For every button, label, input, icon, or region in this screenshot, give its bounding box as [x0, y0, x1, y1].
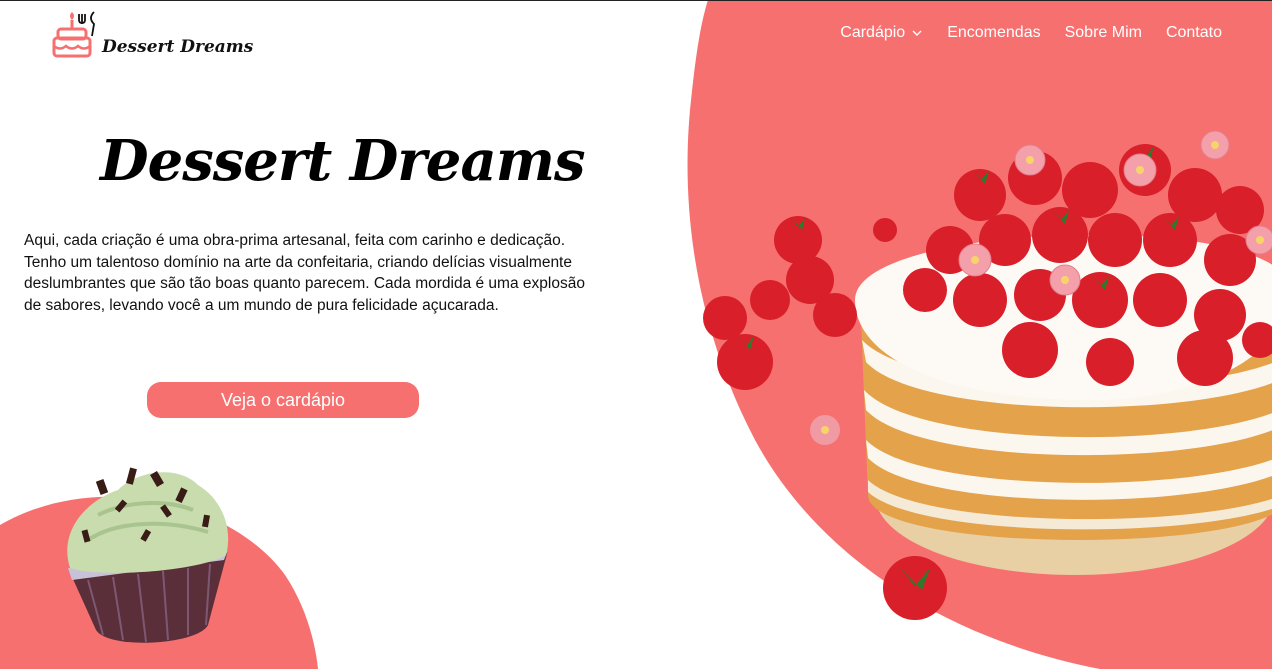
- nav-item-cardapio[interactable]: Cardápio: [840, 24, 923, 42]
- nav-item-label: Encomendas: [947, 24, 1041, 41]
- cupcake-image: [67, 467, 229, 643]
- nav-item-contato[interactable]: Contato: [1166, 24, 1222, 42]
- hero-description: Aqui, cada criação é uma obra-prima arte…: [24, 232, 585, 314]
- chevron-down-icon: [912, 30, 922, 36]
- nav-item-label: Sobre Mim: [1064, 24, 1142, 41]
- main-nav: Cardápio Encomendas Sobre Mim Contato: [840, 24, 1222, 42]
- view-menu-button[interactable]: Veja o cardápio: [147, 382, 419, 418]
- nav-item-label: Cardápio: [840, 24, 906, 41]
- nav-item-sobre-mim[interactable]: Sobre Mim: [1065, 24, 1142, 42]
- strawberry-cake-image: [703, 130, 1272, 620]
- cake-icon: [52, 11, 95, 58]
- hero-title: Dessert Dreams: [100, 128, 586, 194]
- nav-item-encomendas[interactable]: Encomendas: [947, 24, 1040, 42]
- brand-name: Dessert Dreams: [102, 37, 254, 57]
- nav-item-label: Contato: [1165, 24, 1222, 41]
- brand-logo[interactable]: Dessert Dreams: [50, 8, 253, 60]
- window-top-border: [0, 0, 1272, 1]
